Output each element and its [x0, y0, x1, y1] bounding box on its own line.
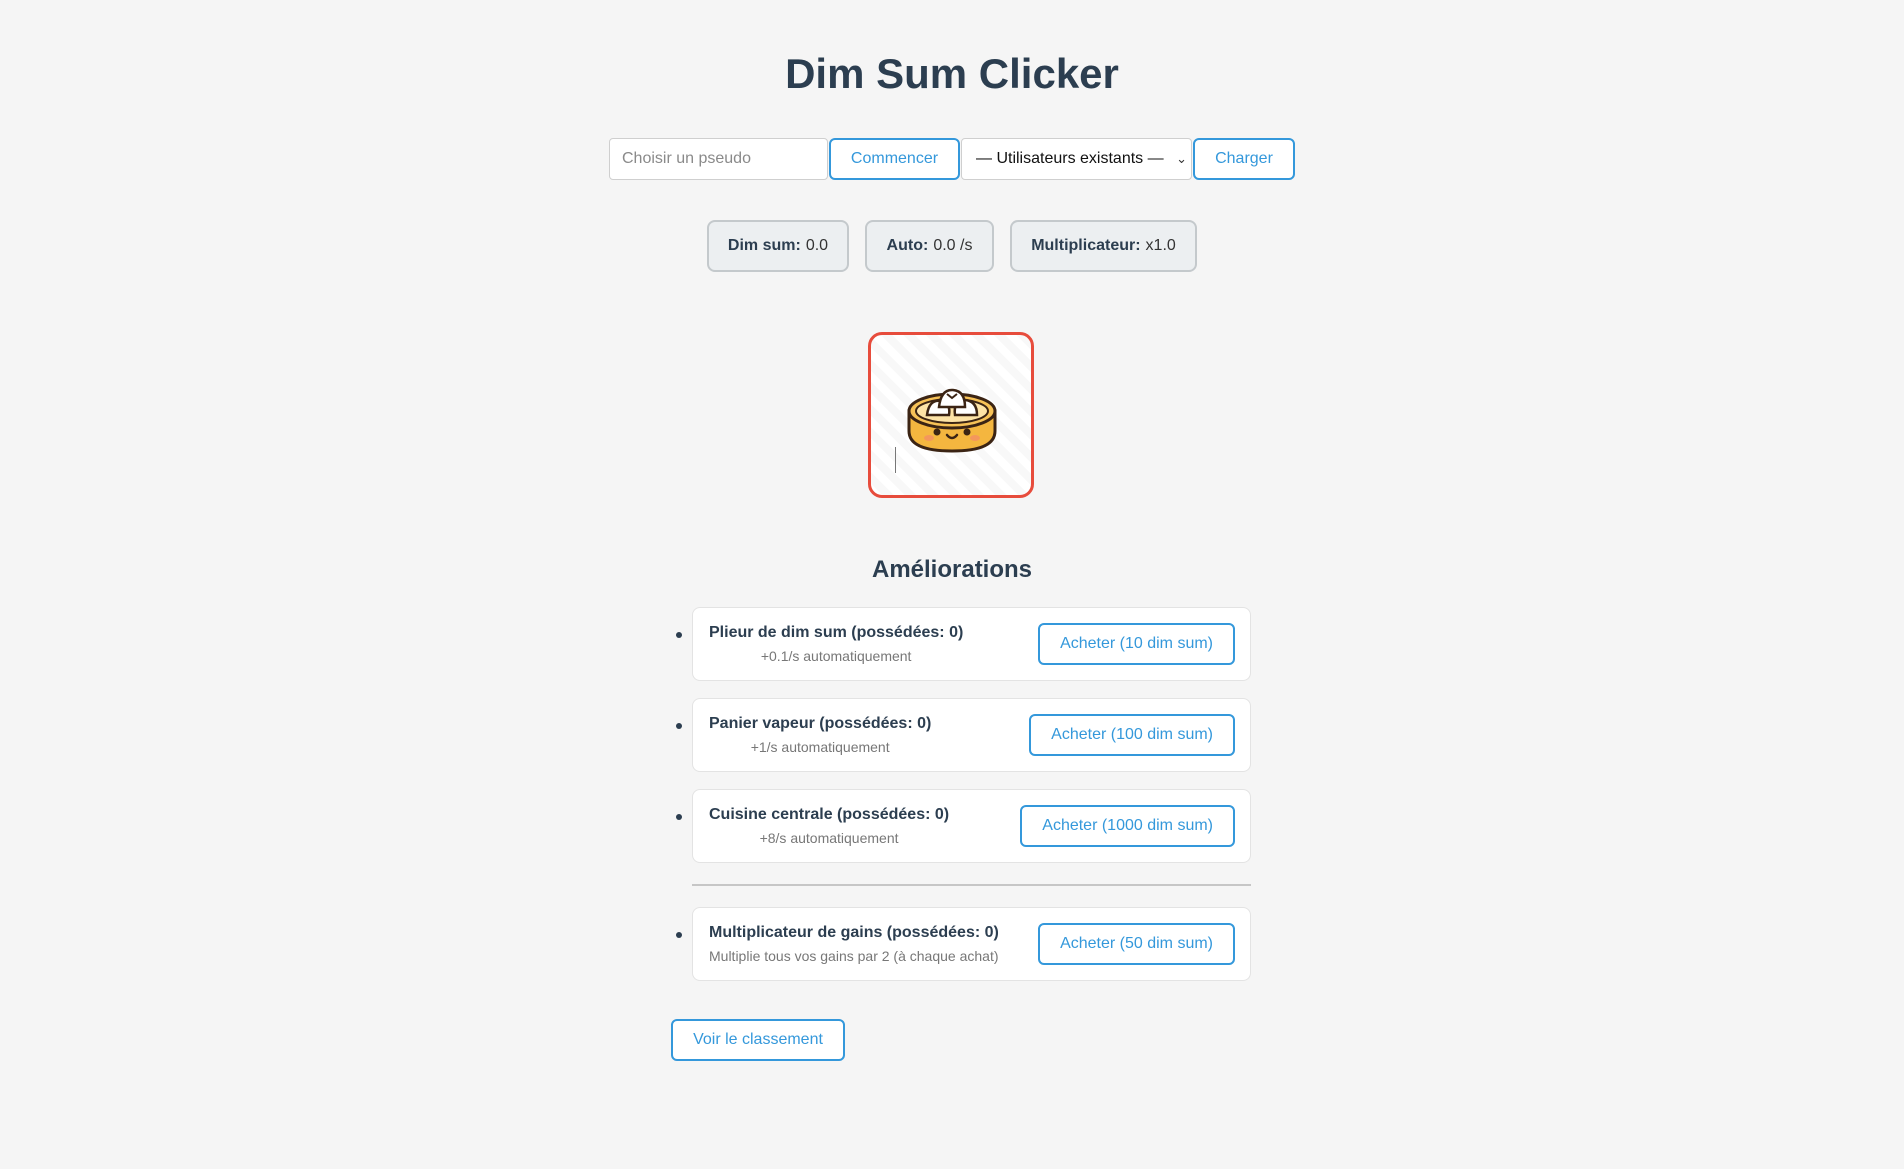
stat-auto-label: Auto:	[886, 237, 929, 254]
stat-auto-value: 0.0 /s	[933, 237, 973, 254]
bullet-icon	[676, 814, 682, 820]
text-caret	[895, 447, 896, 473]
stats-bar: Dim sum: 0.0 Auto: 0.0 /s Multiplicateur…	[0, 220, 1904, 272]
upgrade-description: +8/s automatiquement	[759, 830, 899, 846]
upgrades-heading: Améliorations	[871, 556, 1033, 583]
upgrade-item-steam-basket: Panier vapeur (possédées: 0) +1/s automa…	[676, 698, 1251, 772]
bullet-icon	[676, 932, 682, 938]
upgrade-name: Panier vapeur (possédées: 0)	[709, 715, 932, 732]
start-button[interactable]: Commencer	[829, 138, 960, 180]
divider	[692, 884, 1251, 886]
bullet-icon	[676, 632, 682, 638]
pseudo-input[interactable]	[609, 138, 828, 180]
chevron-down-icon: ⌄	[1176, 151, 1187, 166]
upgrade-item-folder: Plieur de dim sum (possédées: 0) +0.1/s …	[676, 607, 1251, 681]
upgrade-item-central-kitchen: Cuisine centrale (possédées: 0) +8/s aut…	[676, 789, 1251, 863]
upgrade-name: Plieur de dim sum (possédées: 0)	[709, 624, 964, 641]
buy-folder-button[interactable]: Acheter (10 dim sum)	[1038, 623, 1235, 665]
load-button[interactable]: Charger	[1193, 138, 1295, 180]
existing-users-select-value: — Utilisateurs existants —	[976, 150, 1164, 167]
upgrade-description: Multiplie tous vos gains par 2 (à chaque…	[709, 948, 999, 964]
upgrade-item-multiplier: Multiplicateur de gains (possédées: 0) M…	[676, 907, 1251, 981]
login-row: Commencer — Utilisateurs existants — ⌄ C…	[609, 138, 1295, 180]
stat-auto: Auto: 0.0 /s	[865, 220, 994, 272]
upgrade-name: Cuisine centrale (possédées: 0)	[709, 806, 950, 823]
upgrade-name: Multiplicateur de gains (possédées: 0)	[709, 924, 999, 941]
dim-sum-steamer-icon	[907, 388, 997, 453]
upgrade-info: Plieur de dim sum (possédées: 0) +0.1/s …	[709, 624, 963, 664]
upgrade-info: Cuisine centrale (possédées: 0) +8/s aut…	[709, 806, 949, 846]
buy-multiplier-button[interactable]: Acheter (50 dim sum)	[1038, 923, 1235, 965]
stat-dimsum-label: Dim sum:	[727, 237, 801, 254]
leaderboard-button[interactable]: Voir le classement	[671, 1019, 845, 1061]
bullet-icon	[676, 723, 682, 729]
upgrade-description: +0.1/s automatiquement	[760, 648, 912, 664]
upgrade-description: +1/s automatiquement	[750, 739, 890, 755]
stat-multiplier: Multiplicateur: x1.0	[1010, 220, 1197, 272]
buy-central-kitchen-button[interactable]: Acheter (1000 dim sum)	[1020, 805, 1235, 847]
dim-sum-clicker-button[interactable]	[868, 332, 1034, 498]
upgrade-info: Multiplicateur de gains (possédées: 0) M…	[709, 924, 999, 964]
stat-multiplier-value: x1.0	[1145, 237, 1176, 254]
page: Dim Sum Clicker Commencer — Utilisateurs…	[0, 0, 1904, 1169]
stat-multiplier-label: Multiplicateur:	[1031, 237, 1141, 254]
buy-steam-basket-button[interactable]: Acheter (100 dim sum)	[1029, 714, 1235, 756]
existing-users-select[interactable]: — Utilisateurs existants — ⌄	[961, 138, 1192, 180]
upgrade-info: Panier vapeur (possédées: 0) +1/s automa…	[709, 715, 931, 755]
page-title: Dim Sum Clicker	[785, 50, 1119, 97]
stat-dimsum-value: 0.0	[805, 237, 829, 254]
stat-dimsum: Dim sum: 0.0	[707, 220, 849, 272]
